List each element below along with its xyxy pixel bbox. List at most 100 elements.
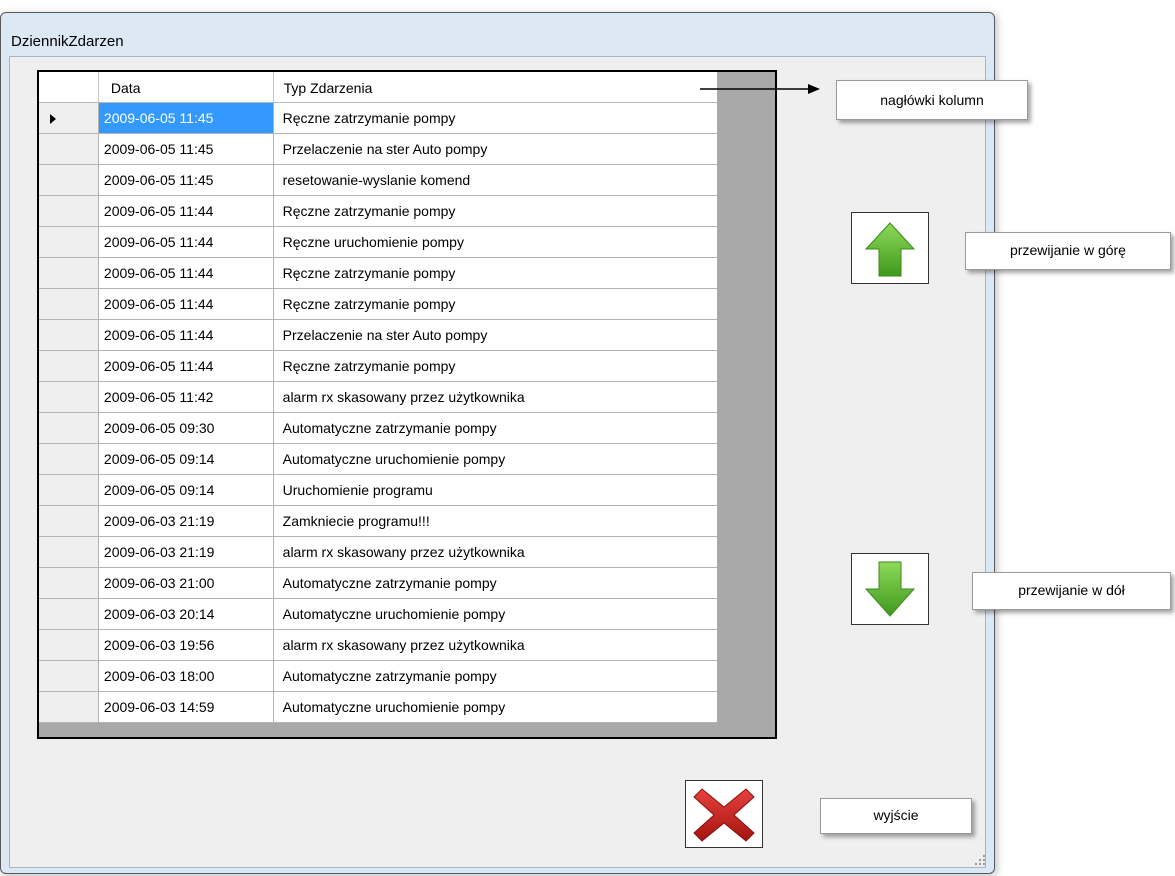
cell-date[interactable]: 2009-06-03 21:19 [99,537,274,567]
cell-event-type[interactable]: Automatyczne zatrzymanie pompy [274,661,717,691]
scroll-down-button[interactable] [851,553,929,625]
cell-date[interactable]: 2009-06-05 11:44 [99,289,274,319]
row-selector[interactable] [39,537,99,567]
row-selector[interactable] [39,444,99,474]
row-selector[interactable] [39,196,99,226]
window-title: DziennikZdarzen [11,33,124,50]
cell-event-type[interactable]: Automatyczne uruchomienie pompy [274,599,717,629]
cell-event-type[interactable]: Ręczne zatrzymanie pompy [274,196,717,226]
row-selector[interactable] [39,351,99,381]
table-row[interactable]: 2009-06-05 09:14 Uruchomienie programu [39,475,717,506]
column-header-date[interactable]: Data [99,72,274,102]
row-selector[interactable] [39,506,99,536]
row-selector[interactable] [39,103,99,133]
cell-date[interactable]: 2009-06-05 11:45 [99,134,274,164]
row-selector[interactable] [39,475,99,505]
cell-date[interactable]: 2009-06-05 11:44 [99,351,274,381]
cell-event-type[interactable]: Przelaczenie na ster Auto pompy [274,320,717,350]
cell-event-type[interactable]: alarm rx skasowany przez użytkownika [274,537,717,567]
cell-date[interactable]: 2009-06-03 20:14 [99,599,274,629]
cell-event-type[interactable]: Przelaczenie na ster Auto pompy [274,134,717,164]
table-row[interactable]: 2009-06-05 11:45 resetowanie-wyslanie kom… [39,165,717,196]
row-selector[interactable] [39,134,99,164]
table-row[interactable]: 2009-06-03 19:56 alarm rx skasowany przez… [39,630,717,661]
cell-date[interactable]: 2009-06-05 11:44 [99,196,274,226]
table-row[interactable]: 2009-06-05 09:14 Automatyczne uruchomieni… [39,444,717,475]
cell-date[interactable]: 2009-06-03 18:00 [99,661,274,691]
cell-date[interactable]: 2009-06-05 11:45 [98,103,274,133]
table-row[interactable]: 2009-06-05 11:44 Przelaczenie na ster Aut… [39,320,717,351]
cell-date[interactable]: 2009-06-05 09:14 [99,475,274,505]
events-grid[interactable]: Data Typ Zdarzenia 2009-06-05 11:45 Ręczn… [37,70,777,739]
arrow-down-icon [864,561,916,617]
cell-date[interactable]: 2009-06-05 11:44 [99,227,274,257]
cell-date[interactable]: 2009-06-05 11:44 [99,320,274,350]
resize-grip-icon[interactable] [975,855,987,867]
cell-event-type[interactable]: Ręczne zatrzymanie pompy [274,351,717,381]
callout-scroll-up: przewijanie w górę [965,232,1171,270]
table-row[interactable]: 2009-06-05 11:44 Ręczne uruchomienie pomp… [39,227,717,258]
row-selector[interactable] [39,320,99,350]
header-callout-arrow [700,84,820,94]
table-row[interactable]: 2009-06-03 18:00 Automatyczne zatrzymanie… [39,661,717,692]
row-selector[interactable] [39,630,99,660]
cell-date[interactable]: 2009-06-03 14:59 [99,692,274,722]
row-selector[interactable] [39,227,99,257]
row-selector[interactable] [39,382,99,412]
cell-date[interactable]: 2009-06-05 11:44 [99,258,274,288]
grid-rows: 2009-06-05 11:45 Ręczne zatrzymanie pompy… [39,103,717,723]
cell-event-type[interactable]: Ręczne zatrzymanie pompy [274,258,717,288]
cell-date[interactable]: 2009-06-05 09:14 [99,444,274,474]
cell-event-type[interactable]: Automatyczne uruchomienie pompy [274,444,717,474]
cell-date[interactable]: 2009-06-05 11:42 [99,382,274,412]
scroll-up-button[interactable] [851,212,929,284]
cell-date[interactable]: 2009-06-03 19:56 [99,630,274,660]
cell-event-type[interactable]: Zamkniecie programu!!! [274,506,717,536]
arrow-up-icon [864,222,916,277]
cell-event-type[interactable]: Ręczne zatrzymanie pompy [274,103,717,133]
table-row[interactable]: 2009-06-05 11:44 Ręczne zatrzymanie pompy [39,196,717,227]
close-icon [693,788,755,842]
cell-date[interactable]: 2009-06-05 11:45 [99,165,274,195]
table-row[interactable]: 2009-06-03 21:00 Automatyczne zatrzymanie… [39,568,717,599]
row-selector[interactable] [39,692,99,722]
table-row[interactable]: 2009-06-05 11:45 Przelaczenie na ster Aut… [39,134,717,165]
table-row[interactable]: 2009-06-03 20:14 Automatyczne uruchomieni… [39,599,717,630]
cell-event-type[interactable]: alarm rx skasowany przez użytkownika [274,630,717,660]
header-row-selector[interactable] [39,72,99,102]
row-selector[interactable] [39,568,99,598]
cell-event-type[interactable]: Uruchomienie programu [274,475,717,505]
table-row[interactable]: 2009-06-03 14:59 Automatyczne uruchomieni… [39,692,717,723]
cell-event-type[interactable]: alarm rx skasowany przez użytkownika [274,382,717,412]
cell-event-type[interactable]: resetowanie-wyslanie komend [274,165,717,195]
table-row[interactable]: 2009-06-03 21:19 Zamkniecie programu!!! [39,506,717,537]
row-selector[interactable] [39,661,99,691]
table-row[interactable]: 2009-06-05 09:30 Automatyczne zatrzymanie… [39,413,717,444]
row-selector[interactable] [39,599,99,629]
callout-headers: nagłówki kolumn [836,80,1028,120]
table-row[interactable]: 2009-06-05 11:45 Ręczne zatrzymanie pompy [39,103,717,134]
row-selector[interactable] [39,413,99,443]
cell-date[interactable]: 2009-06-03 21:19 [99,506,274,536]
table-row[interactable]: 2009-06-03 21:19 alarm rx skasowany przez… [39,537,717,568]
cell-date[interactable]: 2009-06-05 09:30 [99,413,274,443]
row-selector[interactable] [39,289,99,319]
table-row[interactable]: 2009-06-05 11:44 Ręczne zatrzymanie pompy [39,289,717,320]
current-row-marker-icon [50,114,56,124]
cell-event-type[interactable]: Automatyczne zatrzymanie pompy [274,413,717,443]
table-row[interactable]: 2009-06-05 11:44 Ręczne zatrzymanie pompy [39,258,717,289]
row-selector[interactable] [39,165,99,195]
table-row[interactable]: 2009-06-05 11:44 Ręczne zatrzymanie pompy [39,351,717,382]
cell-event-type[interactable]: Automatyczne zatrzymanie pompy [274,568,717,598]
cell-date[interactable]: 2009-06-03 21:00 [99,568,274,598]
callout-exit: wyjście [820,798,972,834]
cell-event-type[interactable]: Ręczne zatrzymanie pompy [274,289,717,319]
column-header-event-type[interactable]: Typ Zdarzenia [274,72,717,102]
exit-button[interactable] [685,780,763,848]
grid-header: Data Typ Zdarzenia [39,72,717,103]
callout-scroll-down: przewijanie w dół [972,572,1171,610]
cell-event-type[interactable]: Ręczne uruchomienie pompy [274,227,717,257]
cell-event-type[interactable]: Automatyczne uruchomienie pompy [274,692,717,722]
table-row[interactable]: 2009-06-05 11:42 alarm rx skasowany przez… [39,382,717,413]
row-selector[interactable] [39,258,99,288]
